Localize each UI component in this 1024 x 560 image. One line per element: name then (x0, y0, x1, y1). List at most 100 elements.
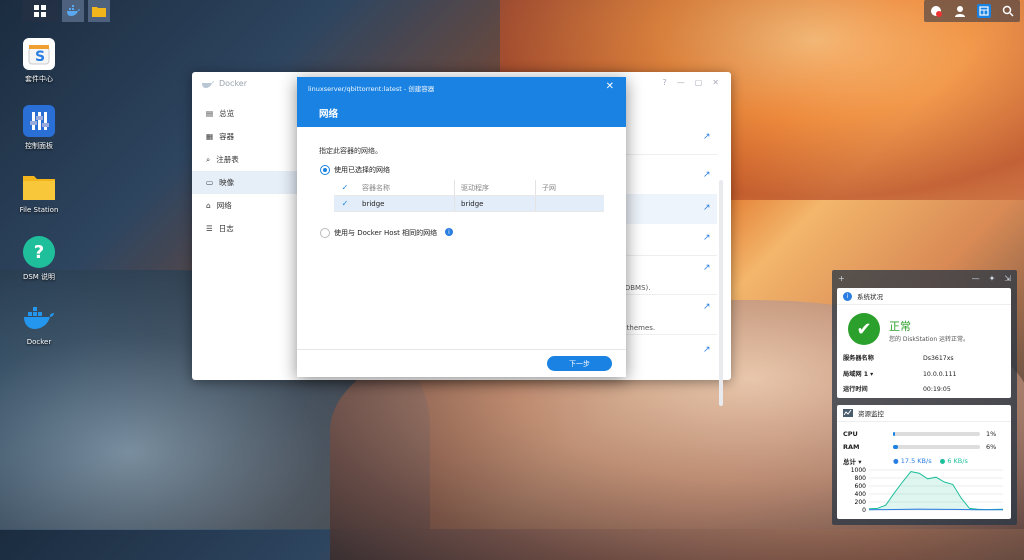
search-icon[interactable] (1001, 4, 1015, 18)
open-link-icon[interactable]: ↗ (703, 203, 713, 213)
check-icon: ✔ (848, 313, 880, 345)
docker-icon (23, 302, 55, 334)
ram-bar (893, 445, 980, 449)
network-chart: 10008006004002000 (851, 467, 1004, 514)
sidebar-item-label: 注册表 (216, 155, 239, 164)
column-header-subnet[interactable]: 子网 (536, 180, 604, 195)
y-tick-label: 800 (855, 475, 867, 482)
maximize-button[interactable]: ▢ (695, 78, 703, 87)
desktop-icon-dsm-help[interactable]: ? DSM 说明 (14, 236, 64, 282)
next-button[interactable]: 下一步 (547, 356, 612, 371)
cpu-bar (893, 432, 980, 436)
info-row-server-name: 服务器名称 Ds3617xs (843, 355, 954, 362)
open-link-icon[interactable]: ↗ (703, 132, 713, 142)
taskbar-docker-button[interactable] (62, 0, 84, 22)
notification-icon[interactable] (929, 4, 943, 18)
y-tick-label: 0 (862, 507, 866, 514)
expand-icon[interactable]: ⇲ (1004, 274, 1011, 283)
widget-header: 资源监控 (837, 405, 1011, 422)
open-link-icon[interactable]: ↗ (703, 345, 713, 355)
open-link-icon[interactable]: ↗ (703, 233, 713, 243)
package-center-icon: S (23, 38, 55, 70)
info-row-lan[interactable]: 局域网 1 ▾ 10.0.0.111 (843, 369, 956, 378)
download-rate: ● 6 KB/s (939, 457, 968, 465)
sidebar-item-log[interactable]: ☰ 日志 (192, 217, 298, 240)
dialog-header: linuxserver/qbittorrent:latest - 创建容器 ✕ … (297, 77, 626, 127)
window-controls: ? — ▢ ✕ (662, 78, 719, 87)
sidebar-item-registry[interactable]: ⌕ 注册表 (192, 148, 298, 171)
open-link-icon[interactable]: ↗ (703, 302, 713, 312)
sidebar-item-image[interactable]: ▭ 映像 (192, 171, 298, 194)
widget-header: i 系统状况 (837, 288, 1011, 305)
overview-icon: ▤ (206, 109, 214, 118)
column-header-driver[interactable]: 驱动程序 (455, 180, 536, 195)
pin-icon[interactable]: ✦ (989, 274, 996, 283)
dialog-title: linuxserver/qbittorrent:latest - 创建容器 (308, 85, 435, 93)
cell-driver: bridge (455, 196, 536, 211)
open-link-icon[interactable]: ↗ (703, 263, 713, 273)
sidebar-item-network[interactable]: ⌂ 网络 (192, 194, 298, 217)
cpu-row: CPU 1% (843, 430, 997, 438)
select-all-checkbox[interactable]: ✓ (334, 183, 356, 192)
grid-icon (34, 5, 46, 17)
container-icon: ▦ (206, 132, 214, 141)
desktop-icon-docker[interactable]: Docker (14, 302, 64, 346)
shield-icon: i (843, 291, 852, 301)
taskbar-file-station-button[interactable] (88, 0, 110, 22)
folder-icon (23, 170, 55, 202)
user-icon[interactable] (953, 4, 967, 18)
sidebar-item-label: 映像 (219, 178, 235, 187)
desktop-icon-label: Docker (26, 338, 52, 346)
row-checkbox[interactable]: ✓ (334, 199, 356, 208)
close-button[interactable]: ✕ (712, 78, 719, 87)
dialog-footer: 下一步 (297, 349, 626, 377)
radio-selected-network[interactable] (320, 165, 330, 175)
sidebar-item-label: 总览 (219, 109, 235, 118)
help-button[interactable]: ? (662, 78, 666, 87)
sidebar-item-container[interactable]: ▦ 容器 (192, 125, 298, 148)
widget-title: 资源监控 (858, 410, 884, 418)
widgets-icon[interactable] (977, 4, 991, 18)
add-widget-button[interactable]: + (838, 274, 845, 283)
cell-subnet (536, 196, 604, 211)
desktop-icon-control-panel[interactable]: 控制面板 (14, 105, 64, 151)
taskbar-tray (924, 0, 1020, 22)
table-row[interactable]: ✓ bridge bridge (334, 196, 604, 212)
monitor-icon (843, 409, 853, 417)
ram-row: RAM 6% (843, 443, 997, 451)
desktop-icon-label: File Station (19, 206, 59, 214)
widget-panel: + — ✦ ⇲ i 系统状况 ✔ 正常 您的 DiskStation 运转正常。… (832, 270, 1017, 525)
close-icon[interactable]: ✕ (606, 81, 614, 92)
network-icon: ⌂ (206, 201, 211, 210)
desktop-icon-package-center[interactable]: S 套件中心 (14, 38, 64, 84)
minimize-button[interactable]: — (677, 78, 685, 87)
main-menu-button[interactable] (22, 0, 58, 22)
scrollbar[interactable] (719, 180, 723, 406)
desktop-icon-file-station[interactable]: File Station (14, 170, 64, 214)
dialog-description: 指定此容器的网络。 (319, 147, 382, 155)
minimize-widget-button[interactable]: — (972, 274, 980, 283)
open-link-icon[interactable]: ↗ (703, 170, 713, 180)
sidebar-item-overview[interactable]: ▤ 总览 (192, 102, 298, 125)
y-tick-label: 200 (855, 499, 867, 506)
sidebar-item-label: 容器 (219, 132, 235, 141)
widget-panel-toolbar: + — ✦ ⇲ (832, 270, 1017, 286)
radio-host-network[interactable] (320, 228, 330, 238)
image-icon: ▭ (206, 178, 214, 187)
help-icon: ? (23, 236, 55, 268)
status-state: 正常 (889, 320, 911, 333)
column-header-name[interactable]: 容器名称 (356, 180, 455, 195)
sidebar-item-label: 日志 (218, 224, 234, 233)
y-tick-label: 600 (855, 483, 867, 490)
y-tick-label: 400 (855, 491, 867, 498)
taskbar (0, 0, 1024, 22)
registry-icon: ⌕ (206, 154, 211, 164)
radio-label-host-network: 使用与 Docker Host 相同的网络 (334, 229, 438, 237)
network-row[interactable]: 总计 ▾ ● 17.5 KB/s ● 6 KB/s (843, 456, 968, 466)
status-message: 您的 DiskStation 运转正常。 (889, 336, 970, 343)
dialog-step-title: 网络 (319, 109, 339, 120)
create-container-dialog: linuxserver/qbittorrent:latest - 创建容器 ✕ … (297, 77, 626, 377)
info-icon[interactable]: i (445, 228, 453, 236)
widget-title: 系统状况 (857, 293, 883, 301)
network-table: ✓ 容器名称 驱动程序 子网 ✓ bridge bridge (334, 180, 604, 212)
